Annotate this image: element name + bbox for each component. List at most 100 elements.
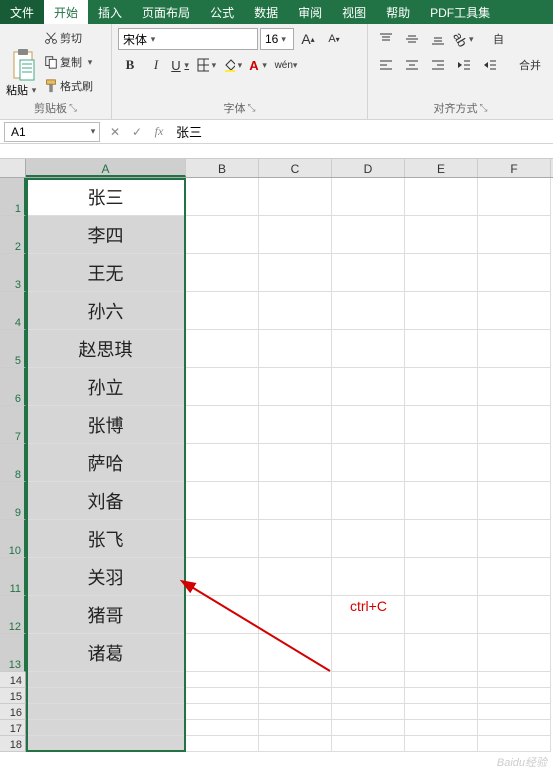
cell[interactable] — [478, 254, 551, 292]
cell[interactable]: 孙立 — [26, 368, 186, 406]
italic-button[interactable]: I — [144, 54, 168, 76]
cell[interactable] — [259, 596, 332, 634]
cell[interactable] — [259, 720, 332, 736]
cell[interactable] — [478, 558, 551, 596]
grow-font-button[interactable]: A▴ — [296, 28, 320, 50]
cell[interactable] — [259, 330, 332, 368]
cell[interactable] — [405, 368, 478, 406]
cell[interactable] — [405, 444, 478, 482]
cell[interactable] — [405, 688, 478, 704]
menu-file[interactable]: 文件 — [0, 0, 44, 24]
cell[interactable] — [186, 330, 259, 368]
cell[interactable] — [186, 406, 259, 444]
align-middle-button[interactable] — [400, 28, 424, 50]
cell[interactable] — [478, 444, 551, 482]
cell[interactable] — [405, 216, 478, 254]
cell[interactable] — [186, 444, 259, 482]
col-header-c[interactable]: C — [259, 159, 332, 177]
cell[interactable] — [405, 704, 478, 720]
cell[interactable]: 张博 — [26, 406, 186, 444]
cell[interactable] — [405, 292, 478, 330]
cell[interactable] — [332, 736, 405, 752]
cell[interactable] — [186, 720, 259, 736]
cell[interactable] — [405, 596, 478, 634]
cell[interactable] — [405, 558, 478, 596]
cell[interactable] — [332, 672, 405, 688]
cell[interactable] — [259, 672, 332, 688]
cell[interactable] — [478, 368, 551, 406]
cell[interactable] — [332, 216, 405, 254]
col-header-d[interactable]: D — [332, 159, 405, 177]
row-header[interactable]: 16 — [0, 704, 26, 720]
cell[interactable] — [186, 520, 259, 558]
cell[interactable] — [405, 736, 478, 752]
cell[interactable] — [405, 330, 478, 368]
cell[interactable] — [186, 254, 259, 292]
merge-button[interactable]: 合并 — [514, 54, 546, 76]
row-header[interactable]: 1 — [0, 178, 26, 216]
cell[interactable] — [259, 558, 332, 596]
cell[interactable] — [332, 720, 405, 736]
cell[interactable] — [332, 704, 405, 720]
cell[interactable]: 关羽 — [26, 558, 186, 596]
col-header-e[interactable]: E — [405, 159, 478, 177]
cell[interactable]: 李四 — [26, 216, 186, 254]
menu-tab-review[interactable]: 审阅 — [288, 0, 332, 24]
cell[interactable] — [259, 444, 332, 482]
cell[interactable] — [259, 634, 332, 672]
cell[interactable] — [259, 736, 332, 752]
border-button[interactable]: ▾ — [196, 54, 220, 76]
cell[interactable] — [332, 688, 405, 704]
align-right-button[interactable] — [426, 54, 450, 76]
cell[interactable] — [478, 720, 551, 736]
cell[interactable] — [405, 406, 478, 444]
cell[interactable] — [478, 736, 551, 752]
row-header[interactable]: 11 — [0, 558, 26, 596]
indent-inc-button[interactable] — [478, 54, 502, 76]
row-header[interactable]: 12 — [0, 596, 26, 634]
cell[interactable] — [332, 482, 405, 520]
align-left-button[interactable] — [374, 54, 398, 76]
cell[interactable] — [478, 596, 551, 634]
cell[interactable]: 赵思琪 — [26, 330, 186, 368]
cell[interactable] — [259, 406, 332, 444]
row-header[interactable]: 14 — [0, 672, 26, 688]
cell[interactable]: 猪哥 — [26, 596, 186, 634]
row-header[interactable]: 2 — [0, 216, 26, 254]
cell[interactable] — [332, 444, 405, 482]
cell[interactable] — [478, 634, 551, 672]
col-header-f[interactable]: F — [478, 159, 551, 177]
menu-tab-pdf[interactable]: PDF工具集 — [420, 0, 500, 24]
cell[interactable] — [332, 406, 405, 444]
cell[interactable] — [186, 634, 259, 672]
select-all-corner[interactable] — [0, 159, 26, 177]
row-header[interactable]: 8 — [0, 444, 26, 482]
menu-tab-insert[interactable]: 插入 — [88, 0, 132, 24]
row-header[interactable]: 7 — [0, 406, 26, 444]
menu-tab-view[interactable]: 视图 — [332, 0, 376, 24]
cell[interactable] — [186, 178, 259, 216]
bold-button[interactable]: B — [118, 54, 142, 76]
cut-button[interactable]: 剪切 — [44, 28, 96, 48]
cell[interactable] — [332, 178, 405, 216]
cell[interactable] — [259, 482, 332, 520]
cell[interactable] — [186, 704, 259, 720]
font-color-button[interactable]: A▾ — [248, 54, 272, 76]
row-header[interactable]: 3 — [0, 254, 26, 292]
cell[interactable] — [186, 736, 259, 752]
cell[interactable]: 张三 — [26, 178, 186, 216]
cell[interactable] — [332, 634, 405, 672]
font-launcher[interactable]: ⤡ — [248, 103, 256, 114]
cell[interactable] — [478, 704, 551, 720]
row-header[interactable]: 5 — [0, 330, 26, 368]
cell[interactable] — [478, 688, 551, 704]
menu-tab-data[interactable]: 数据 — [244, 0, 288, 24]
cell[interactable] — [259, 292, 332, 330]
row-header[interactable]: 6 — [0, 368, 26, 406]
font-size-combo[interactable]: 16▾ — [260, 28, 294, 50]
cell[interactable] — [405, 254, 478, 292]
cell[interactable] — [332, 368, 405, 406]
cell[interactable]: 萨哈 — [26, 444, 186, 482]
copy-button[interactable]: 复制▾ — [44, 52, 96, 72]
align-launcher[interactable]: ⤡ — [480, 103, 488, 114]
